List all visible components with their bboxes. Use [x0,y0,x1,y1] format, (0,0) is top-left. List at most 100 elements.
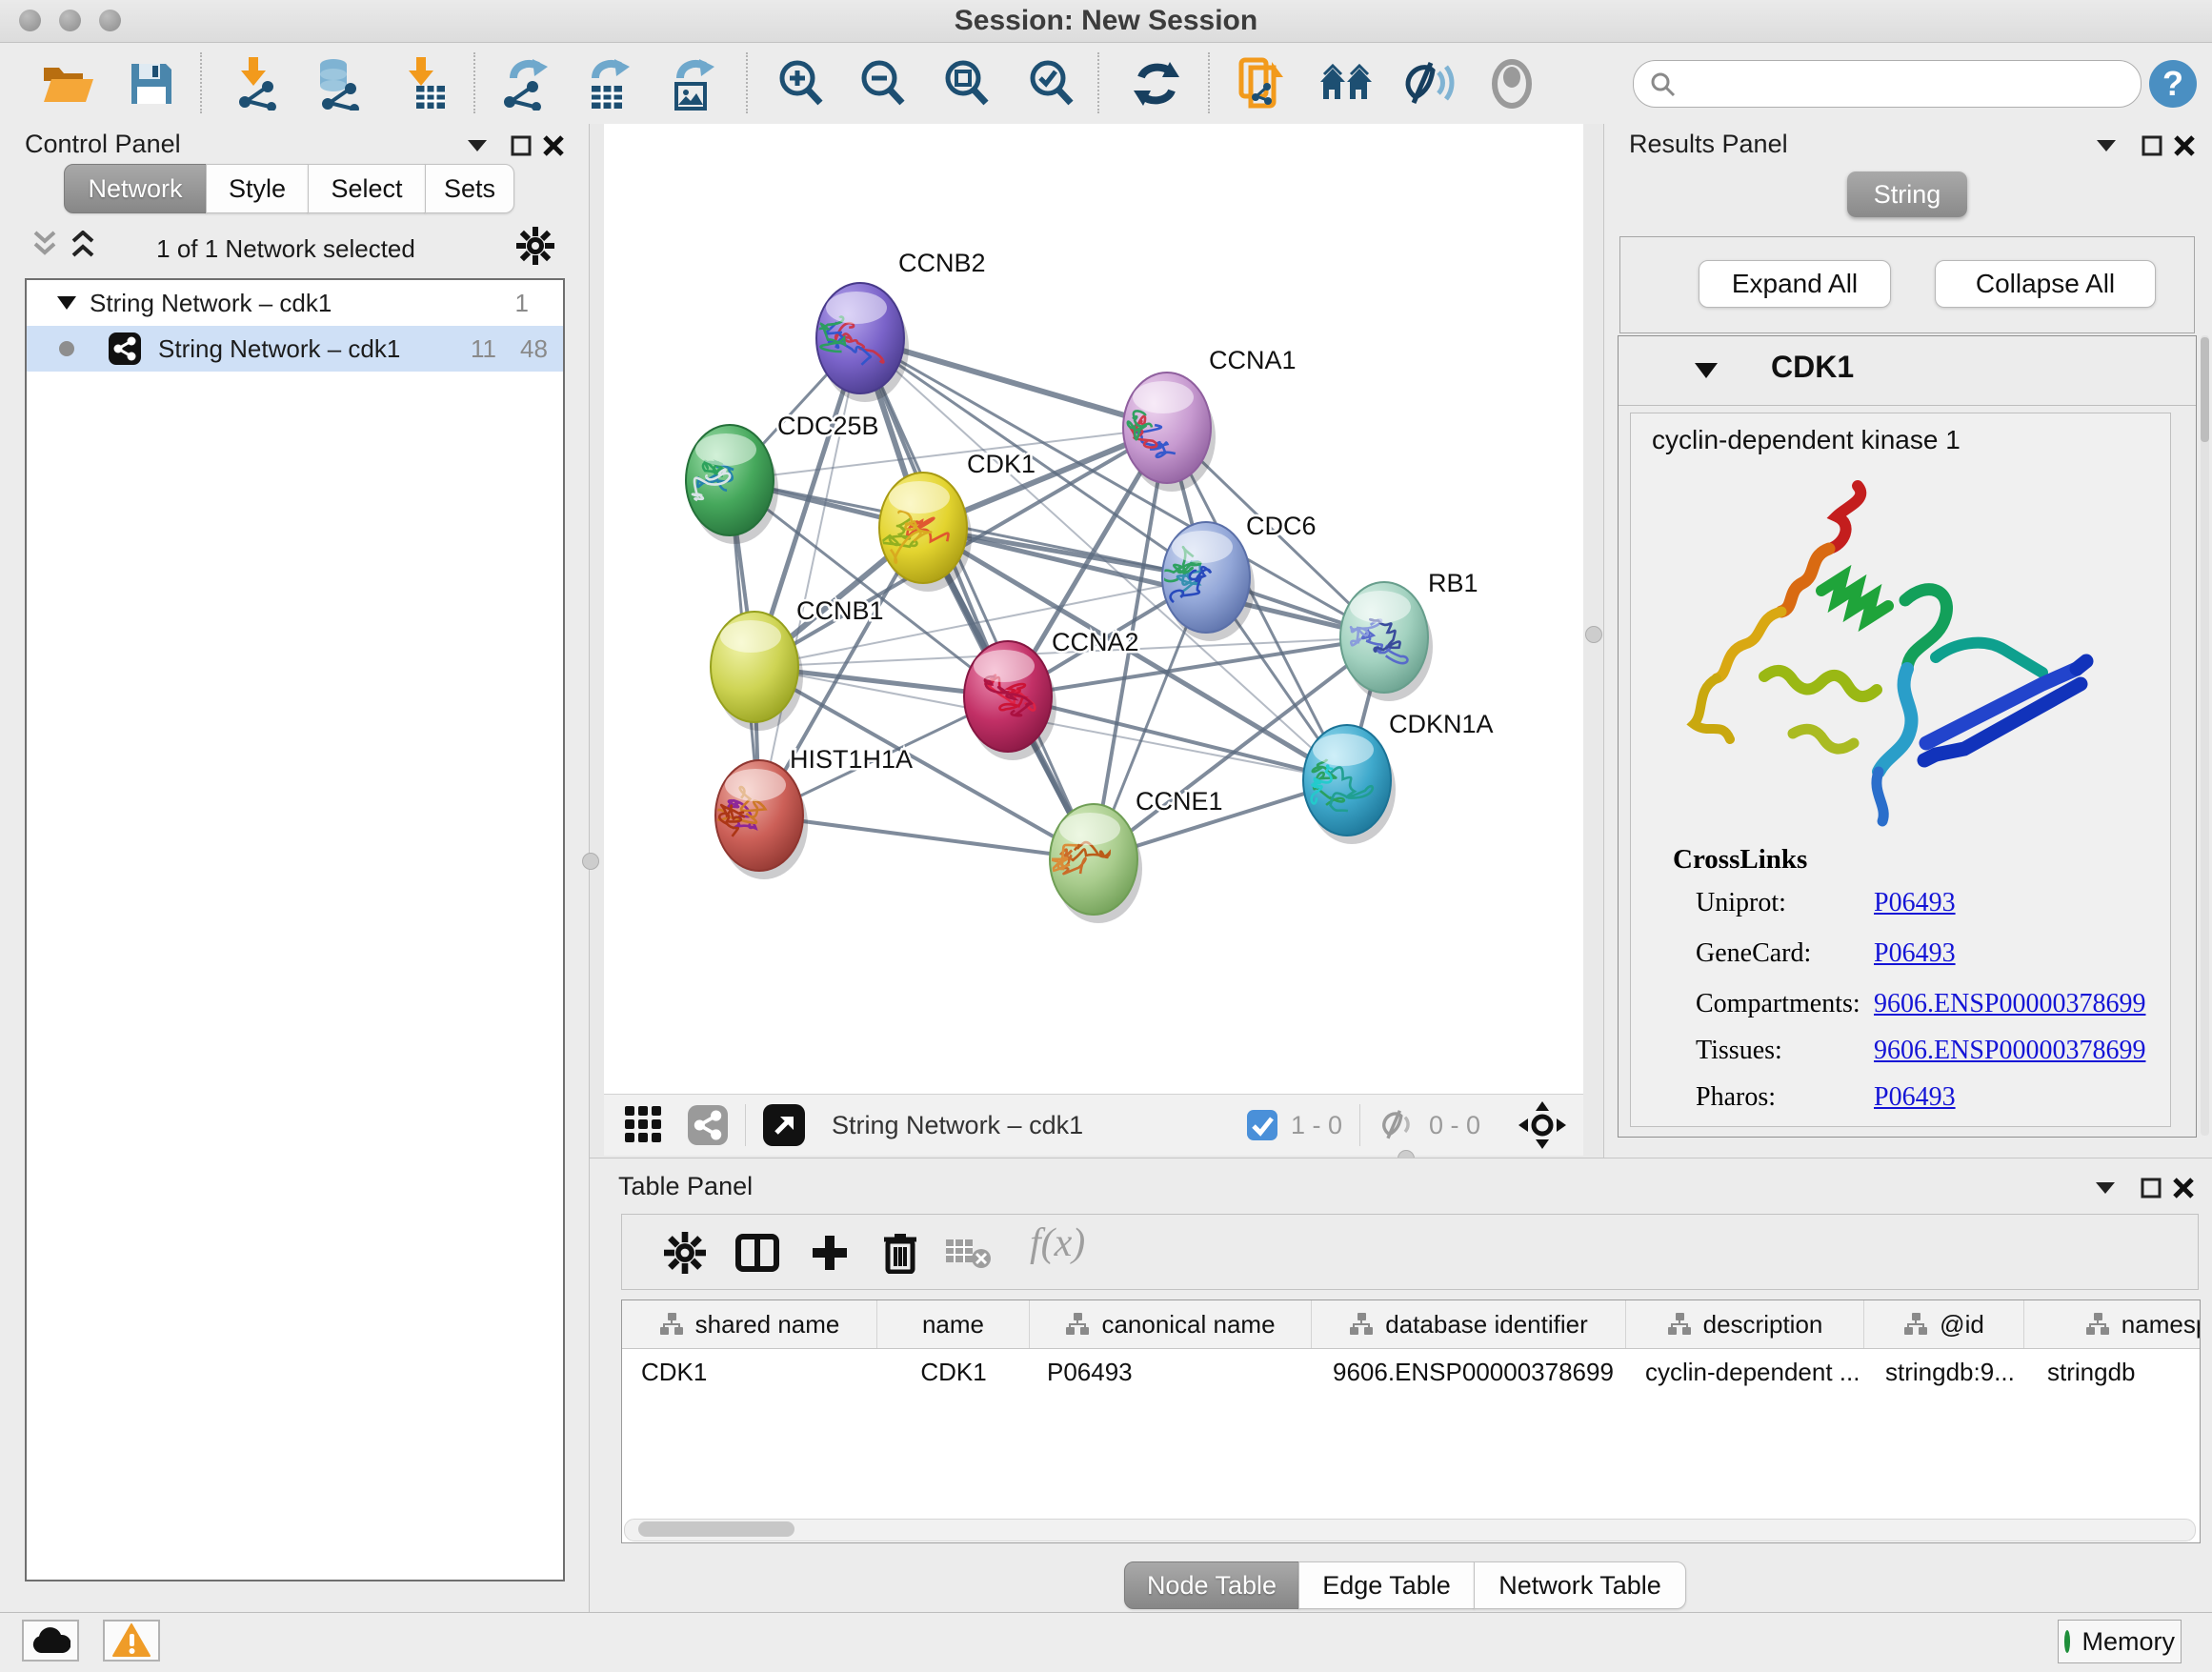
column-label: description [1703,1310,1823,1340]
node-label-HIST1H1A: HIST1H1A [790,745,913,774]
scrollbar-thumb[interactable] [638,1521,794,1537]
help-button[interactable]: ? [2142,54,2204,113]
network-collection-row[interactable]: String Network – cdk1 1 [27,280,563,326]
network-canvas[interactable]: CCNB2CCNA1CDC25BCDK1CDC6RB1CCNB1CCNA2CDK… [604,124,1583,1094]
save-session-button[interactable] [120,54,183,113]
cell-database-identifier[interactable]: 9606.ENSP00000378699 [1312,1349,1626,1395]
warnings-button[interactable] [103,1620,160,1662]
function-builder-button[interactable]: f(x) [1030,1220,1085,1266]
network-view-icon[interactable] [688,1105,728,1145]
column-header-description[interactable]: description [1626,1300,1864,1348]
tab-node-table[interactable]: Node Table [1124,1561,1299,1609]
add-column-button[interactable] [805,1228,855,1278]
column-header-id[interactable]: @id [1864,1300,2024,1348]
table-row[interactable]: CDK1 CDK1 P06493 9606.ENSP00000378699 cy… [622,1349,2200,1395]
export-image-button[interactable] [661,54,724,113]
open-session-button[interactable] [36,54,99,113]
crosslink-link[interactable]: 9606.ENSP00000378699 [1874,1036,2145,1066]
column-header-namespace[interactable]: namespace [2024,1300,2201,1348]
grid-view-icon[interactable] [625,1106,663,1144]
tab-edge-table[interactable]: Edge Table [1298,1561,1475,1609]
node-CDC25B[interactable]: CDC25B [686,412,879,544]
table-options-button[interactable] [660,1228,710,1278]
external-view-icon[interactable] [763,1104,805,1146]
import-table-button[interactable] [395,54,458,113]
results-scrollbar-thumb[interactable] [2201,337,2209,442]
crosslink-link[interactable]: P06493 [1874,1082,1956,1113]
import-network-button[interactable] [228,54,291,113]
memory-button[interactable]: Memory [2058,1620,2182,1663]
node-CDC6[interactable]: CDC6 [1161,512,1316,641]
collapse-panel-button[interactable] [463,131,492,160]
hide-panel-button[interactable] [1398,54,1460,113]
node-CCNB1[interactable]: CCNB1 [711,596,884,731]
expand-all-button[interactable]: Expand All [1699,260,1891,308]
control-panel-title: Control Panel [25,130,181,159]
tab-string[interactable]: String [1847,171,1967,217]
node-HIST1H1A[interactable]: HIST1H1A [714,745,913,879]
network-options-button[interactable] [514,225,556,267]
fit-content-icon[interactable] [1518,1101,1566,1149]
zoom-out-button[interactable] [852,54,915,113]
cell-id[interactable]: stringdb:9... [1864,1349,2024,1395]
node-CCNE1[interactable]: CCNE1 [1048,787,1222,923]
tab-select[interactable]: Select [308,164,426,213]
delete-table-button[interactable] [944,1228,994,1278]
float-panel-button[interactable] [2137,1174,2165,1202]
show-panel-button[interactable] [1480,54,1543,113]
refresh-button[interactable] [1125,54,1188,113]
delete-column-button[interactable] [875,1228,925,1278]
column-header-canonical-name[interactable]: canonical name [1030,1300,1312,1348]
node-CDKN1A[interactable]: CDKN1A [1303,710,1494,844]
gene-section-header[interactable]: CDK1 [1619,336,2196,406]
cell-namespace[interactable]: stringdb [2024,1349,2201,1395]
column-header-database-identifier[interactable]: database identifier [1312,1300,1626,1348]
crosslink-link[interactable]: P06493 [1874,938,1956,969]
results-scrollbar[interactable] [2201,335,2209,1136]
left-splitter-handle[interactable] [582,853,599,870]
column-header-shared-name[interactable]: shared name [622,1300,877,1348]
show-columns-button[interactable] [733,1228,782,1278]
collapse-all-button[interactable]: Collapse All [1935,260,2156,308]
node-label-CCNA2: CCNA2 [1052,628,1139,656]
zoom-in-button[interactable] [770,54,833,113]
zoom-selected-icon [1025,57,1078,111]
zoom-fit-button[interactable] [935,54,998,113]
edge-count: 48 [520,334,548,364]
cell-canonical-name[interactable]: P06493 [1030,1349,1312,1395]
column-header-name[interactable]: name [877,1300,1030,1348]
table-horizontal-scrollbar[interactable] [624,1519,2196,1541]
tab-sets[interactable]: Sets [425,164,514,213]
float-panel-button[interactable] [507,131,535,160]
node-CCNB2[interactable]: CCNB2 [814,249,986,402]
clone-network-button[interactable] [1230,54,1293,113]
home-pair-button[interactable] [1315,54,1377,113]
cell-description[interactable]: cyclin-dependent ... [1626,1349,1864,1395]
selected-nodes-icon [1247,1110,1277,1140]
zoom-selected-button[interactable] [1020,54,1083,113]
network-row[interactable]: String Network – cdk1 11 48 [27,326,563,372]
import-database-button[interactable] [308,54,371,113]
memory-status-dot [2064,1630,2070,1653]
right-splitter-handle[interactable] [1585,626,1602,643]
search-input[interactable] [1685,69,2125,100]
crosslink-link[interactable]: P06493 [1874,888,1956,918]
float-panel-button[interactable] [2138,131,2166,160]
close-panel-button[interactable] [2169,1174,2198,1202]
cell-name[interactable]: CDK1 [877,1349,1030,1395]
tab-network-table[interactable]: Network Table [1474,1561,1686,1609]
hierarchy-icon [1903,1312,1928,1337]
collapse-panel-button[interactable] [2092,131,2121,160]
cloud-status-button[interactable] [22,1620,79,1662]
export-table-button[interactable] [576,54,639,113]
close-panel-button[interactable] [539,131,568,160]
crosslink-link[interactable]: 9606.ENSP00000378699 [1874,989,2145,1019]
tab-style[interactable]: Style [206,164,309,213]
tab-network[interactable]: Network [64,164,207,213]
chevron-down-icon [2095,1181,2116,1195]
node-RB1[interactable]: RB1 [1340,569,1478,701]
export-network-button[interactable] [494,54,557,113]
close-panel-button[interactable] [2170,131,2199,160]
collapse-panel-button[interactable] [2091,1174,2120,1202]
cell-shared-name[interactable]: CDK1 [622,1349,877,1395]
